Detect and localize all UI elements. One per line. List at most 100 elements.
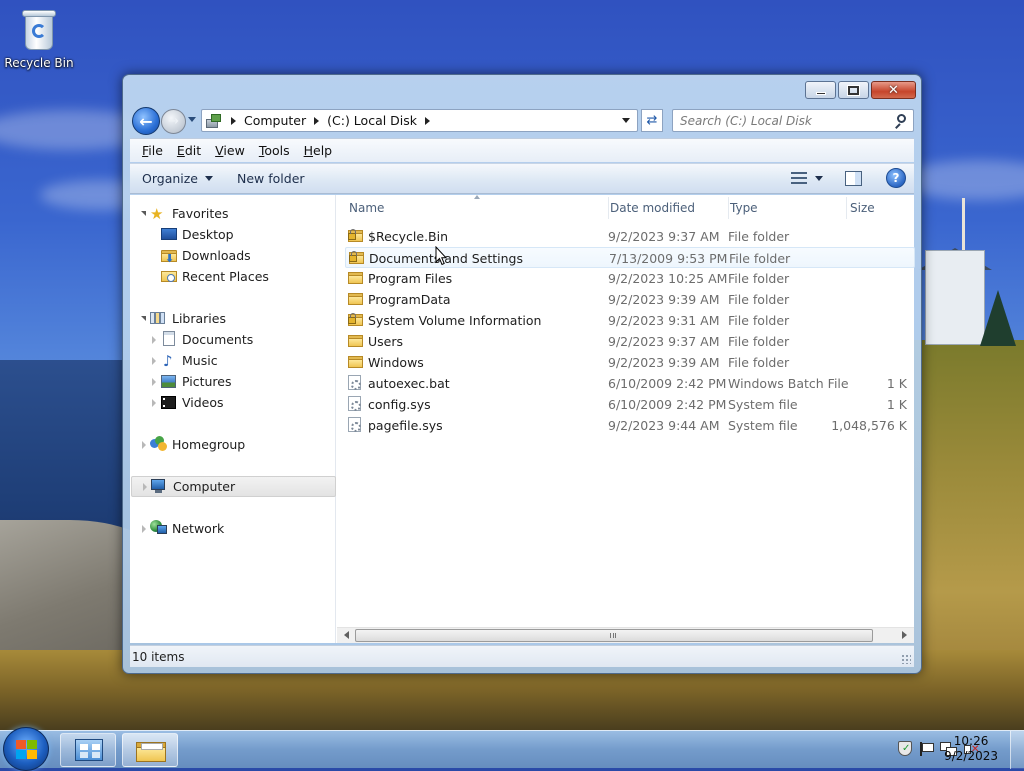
file-row[interactable]: Windows 9/2/2023 9:39 AM File folder — [345, 352, 915, 373]
menu-edit[interactable]: Edit — [177, 143, 201, 158]
windows-logo-icon — [16, 740, 38, 760]
column-header-size[interactable]: Size — [850, 195, 910, 221]
scroll-right-arrow-icon[interactable] — [902, 631, 907, 639]
expand-arrow-icon[interactable] — [152, 336, 156, 344]
horizontal-scrollbar[interactable] — [337, 627, 914, 643]
resize-grip-icon[interactable] — [901, 654, 911, 664]
back-button[interactable]: ← — [132, 107, 160, 135]
refresh-button[interactable]: ⇄ — [641, 109, 663, 132]
column-header-type[interactable]: Type — [730, 195, 848, 221]
taskbar-control-panel[interactable] — [60, 733, 116, 767]
menu-view[interactable]: View — [215, 143, 245, 158]
file-row[interactable]: System Volume Information 9/2/2023 9:31 A… — [345, 310, 915, 331]
column-divider[interactable] — [846, 197, 847, 219]
star-icon: ★ — [150, 204, 164, 223]
flag-icon[interactable] — [920, 741, 934, 756]
preview-pane-button[interactable] — [845, 170, 862, 186]
file-row[interactable]: Users 9/2/2023 9:37 AM File folder — [345, 331, 915, 352]
new-folder-button[interactable]: New folder — [225, 171, 317, 186]
navigation-pane: ★ Favorites Desktop ⬇ Downloads Recent P… — [130, 195, 336, 643]
column-header-date-modified[interactable]: Date modified — [610, 195, 728, 221]
expand-arrow-icon[interactable] — [143, 483, 147, 491]
file-row[interactable]: Program Files 9/2/2023 10:25 AM File folde… — [345, 268, 915, 289]
expand-arrow-icon[interactable] — [142, 441, 146, 449]
recent-pages-dropdown[interactable] — [188, 117, 196, 122]
breadcrumb-separator[interactable] — [314, 116, 320, 125]
show-desktop-button[interactable] — [1010, 731, 1024, 769]
nav-homegroup[interactable]: Homegroup — [130, 434, 336, 455]
collapse-arrow-icon[interactable] — [141, 211, 146, 216]
organize-label: Organize — [142, 171, 198, 186]
nav-item-recent-places[interactable]: Recent Places — [130, 266, 336, 287]
expand-arrow-icon[interactable] — [152, 357, 156, 365]
file-name: $Recycle.Bin — [368, 229, 449, 244]
column-divider[interactable] — [728, 197, 729, 219]
breadcrumb-separator[interactable] — [425, 116, 431, 125]
change-view-button[interactable] — [791, 171, 823, 185]
search-box[interactable] — [672, 109, 914, 132]
column-divider[interactable] — [608, 197, 609, 219]
nav-label: Music — [182, 353, 218, 368]
breadcrumb-computer[interactable]: Computer — [244, 113, 306, 128]
file-name: Windows — [368, 355, 424, 370]
file-row[interactable]: Documents and Settings 7/13/2009 9:53 PM F… — [345, 247, 915, 268]
music-icon: ♪ — [163, 351, 173, 370]
nav-label: Recent Places — [182, 269, 269, 284]
forward-arrow-icon: → — [168, 114, 179, 129]
grip-icon — [610, 633, 616, 638]
search-input[interactable] — [673, 110, 883, 131]
recycle-bin-icon — [22, 8, 56, 52]
taskbar-windows-explorer[interactable] — [122, 733, 178, 767]
maximize-button[interactable] — [838, 81, 869, 99]
action-center-icon[interactable] — [898, 741, 912, 756]
column-header-name[interactable]: Name — [349, 195, 607, 221]
file-row[interactable]: config.sys 6/10/2009 2:42 PM System file 1 … — [345, 394, 915, 415]
menu-tools[interactable]: Tools — [259, 143, 290, 158]
scrollbar-thumb[interactable] — [355, 629, 873, 642]
column-header-label: Date modified — [610, 201, 696, 215]
file-name: System Volume Information — [368, 313, 542, 328]
menu-help[interactable]: Help — [304, 143, 333, 158]
nav-computer[interactable]: Computer — [131, 476, 336, 497]
desktop-icon-recycle-bin[interactable]: Recycle Bin — [4, 6, 74, 70]
navigation-bar: ← → Computer (C:) Local Disk ⇄ — [131, 107, 915, 135]
file-date-modified: 6/10/2009 2:42 PM — [608, 376, 727, 391]
expand-arrow-icon[interactable] — [142, 525, 146, 533]
address-bar[interactable]: Computer (C:) Local Disk — [201, 109, 638, 132]
nav-item-documents[interactable]: Documents — [130, 329, 336, 350]
breadcrumb-local-disk[interactable]: (C:) Local Disk — [327, 113, 417, 128]
forward-button[interactable]: → — [161, 109, 186, 134]
scroll-left-arrow-icon[interactable] — [344, 631, 349, 639]
nav-network[interactable]: Network — [130, 518, 336, 539]
nav-item-desktop[interactable]: Desktop — [130, 224, 336, 245]
file-row[interactable]: autoexec.bat 6/10/2009 2:42 PM Windows Bat… — [345, 373, 915, 394]
help-button[interactable]: ? — [886, 168, 906, 188]
menu-label-rest: ile — [148, 143, 163, 158]
nav-item-videos[interactable]: Videos — [130, 392, 336, 413]
nav-item-downloads[interactable]: ⬇ Downloads — [130, 245, 336, 266]
computer-icon — [151, 479, 167, 495]
search-icon[interactable] — [894, 114, 908, 129]
collapse-arrow-icon[interactable] — [141, 316, 146, 321]
nav-item-pictures[interactable]: Pictures — [130, 371, 336, 392]
expand-arrow-icon[interactable] — [152, 399, 156, 407]
column-header-label: Size — [850, 201, 875, 215]
nav-item-music[interactable]: ♪ Music — [130, 350, 336, 371]
nav-libraries[interactable]: Libraries — [130, 308, 336, 329]
organize-button[interactable]: Organize — [130, 171, 225, 186]
minimize-button[interactable] — [805, 81, 836, 99]
file-type: File folder — [728, 271, 790, 286]
expand-arrow-icon[interactable] — [152, 378, 156, 386]
clock[interactable]: 10:26 9/2/2023 — [944, 734, 998, 764]
close-button[interactable]: ✕ — [871, 81, 916, 99]
nav-label: Favorites — [172, 206, 229, 221]
address-history-dropdown[interactable] — [615, 110, 637, 131]
start-button[interactable] — [3, 727, 49, 771]
menu-file[interactable]: File — [142, 143, 163, 158]
nav-label: Network — [172, 521, 225, 536]
file-row[interactable]: pagefile.sys 9/2/2023 9:44 AM System file 1… — [345, 415, 915, 436]
file-row[interactable]: $Recycle.Bin 9/2/2023 9:37 AM File folder — [345, 226, 915, 247]
file-row[interactable]: ProgramData 9/2/2023 9:39 AM File folder — [345, 289, 915, 310]
breadcrumb-separator[interactable] — [231, 116, 236, 125]
nav-favorites[interactable]: ★ Favorites — [130, 203, 336, 224]
